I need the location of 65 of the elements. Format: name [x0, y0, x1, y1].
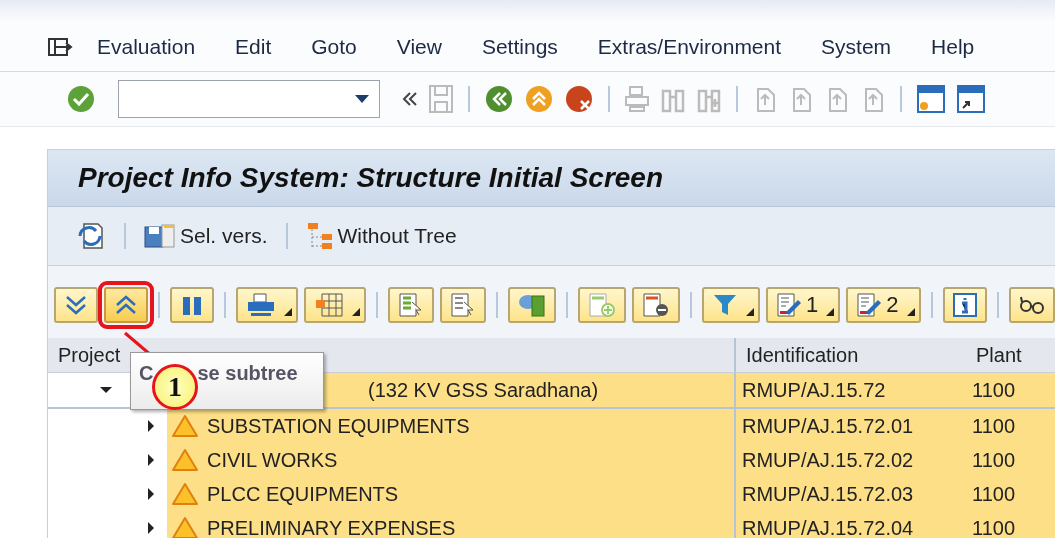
refresh-icon	[76, 222, 106, 250]
toolbar-button[interactable]: 2	[846, 287, 921, 323]
table-cell: 1100	[966, 511, 1055, 538]
document-arrow-icon	[450, 292, 476, 318]
cancel-icon[interactable]	[564, 84, 594, 114]
back-icon[interactable]	[484, 84, 514, 114]
tree-node[interactable]: CIVIL WORKS	[207, 448, 338, 472]
remove-row-icon	[642, 292, 670, 318]
toolbar-button[interactable]	[942, 287, 987, 323]
menu-item[interactable]: Settings	[481, 34, 558, 59]
add-row-icon	[588, 292, 616, 318]
print-icon	[246, 292, 276, 318]
double-chevron-icon[interactable]	[402, 92, 418, 106]
caret-icon[interactable]	[100, 384, 112, 396]
table-cell: RMUP/AJ.15.72.03	[734, 477, 966, 511]
info-icon	[952, 293, 977, 317]
toolbar-button[interactable]	[236, 287, 298, 323]
table-cell: RMUP/AJ.15.72.02	[734, 443, 966, 477]
caret-icon[interactable]	[145, 522, 157, 534]
enter-icon[interactable]	[66, 84, 96, 114]
expand-icon	[65, 294, 87, 316]
shortcut-icon[interactable]	[956, 84, 986, 114]
dropdown-icon	[746, 308, 754, 316]
edit-document-icon	[776, 292, 802, 318]
collapse-icon	[115, 294, 137, 316]
menu-item[interactable]: Help	[931, 34, 975, 59]
caret-icon[interactable]	[145, 454, 157, 466]
caret-icon[interactable]	[145, 420, 157, 432]
table-cell: 1100	[966, 477, 1055, 511]
dropdown-icon	[826, 308, 835, 316]
document-arrow-icon	[398, 292, 424, 318]
menu-item[interactable]: System	[821, 34, 892, 59]
table-cell: RMUP/AJ.15.72.04	[734, 511, 966, 538]
new-session-icon[interactable]	[916, 84, 946, 114]
menu-item[interactable]: Extras/Environment	[597, 34, 782, 59]
filter-icon	[712, 292, 738, 318]
table-cell: 1100	[966, 409, 1055, 443]
table-cell: RMUP/AJ.15.72.01	[734, 409, 966, 443]
edit-document-icon	[856, 292, 883, 318]
toolbar-button[interactable]	[632, 287, 680, 323]
toolbar-button[interactable]: 1	[766, 287, 841, 323]
save-version-icon	[144, 223, 176, 249]
dropdown-icon[interactable]	[355, 95, 369, 103]
dropdown-icon	[906, 308, 915, 316]
table-cell: 1100	[966, 443, 1055, 477]
menu-item[interactable]: Goto	[311, 34, 357, 59]
toolbar-button[interactable]	[1008, 287, 1055, 323]
table-cell: RMUP/AJ.15.72	[734, 373, 966, 407]
screen-title: Project Info System: Structure Initial Screen	[78, 162, 664, 194]
caret-icon[interactable]	[145, 488, 157, 500]
table-cell: 1100	[966, 373, 1055, 407]
grid-icon	[314, 292, 344, 318]
menu-item[interactable]: Evaluation	[97, 34, 196, 59]
menu-item[interactable]: Edit	[235, 34, 272, 59]
database-icon	[518, 292, 546, 318]
column-header[interactable]: Plant	[966, 338, 1055, 372]
dropdown-icon	[352, 308, 360, 316]
tree-icon	[305, 222, 334, 250]
toolbar-button[interactable]: Without Tree	[299, 220, 463, 252]
menu-item[interactable]: View	[396, 34, 442, 59]
dropdown-icon	[284, 308, 292, 316]
toolbar-button[interactable]: Sel. vers.	[138, 221, 274, 251]
command-field[interactable]	[118, 80, 380, 118]
glasses-icon	[1018, 294, 1045, 316]
menu-icon[interactable]	[47, 36, 73, 57]
